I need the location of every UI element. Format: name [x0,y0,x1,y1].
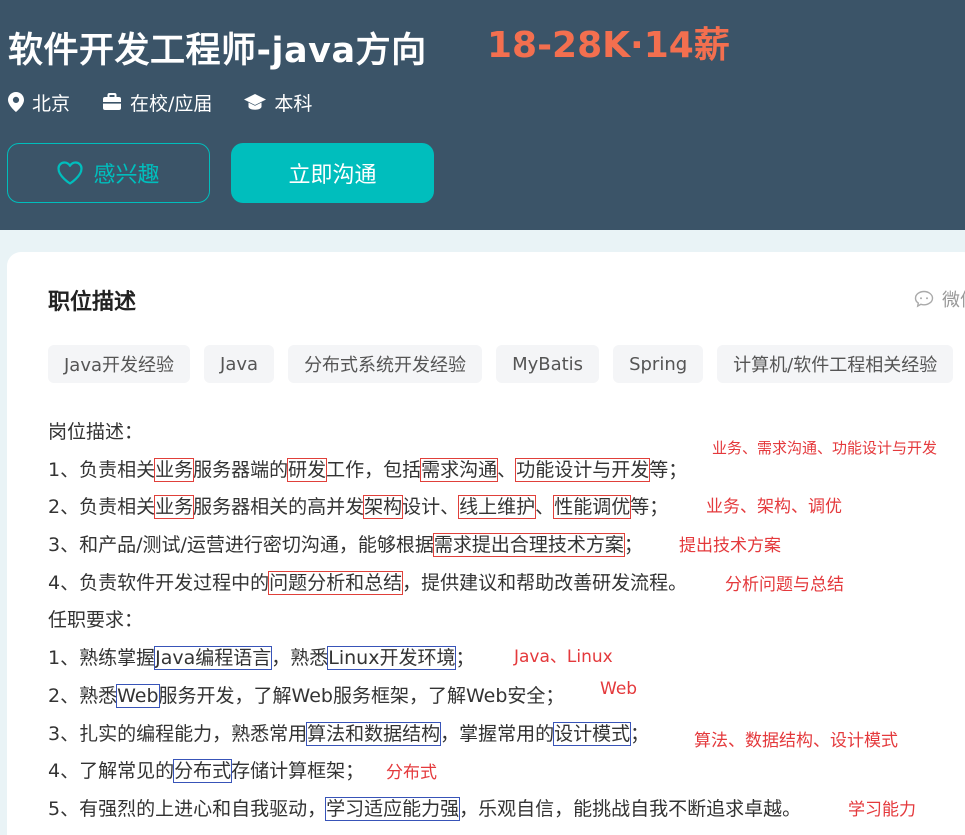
highlight-red: 架构 [363,495,404,520]
location-text: 北京 [32,92,71,115]
duty-line-4: 4、负责软件开发过程中的问题分析和总结，提供建议和帮助改善研发流程。 [48,565,801,603]
briefcase-icon [103,93,122,110]
wechat-share[interactable]: 微信 [914,286,965,312]
text-segment: 2、熟悉 [48,684,118,707]
duty-line-2: 2、负责相关业务服务器相关的高并发架构设计、线上维护、性能调优等； [48,489,801,527]
text-segment: 工作，包括 [326,458,422,481]
job-title: 软件开发工程师-java方向 [8,31,427,71]
skill-tag: Java [204,345,275,383]
text-segment: 3、扎实的编程能力，熟悉常用 [48,722,308,745]
skill-tag: MyBatis [496,345,600,383]
chat-bubble-icon [914,290,934,308]
requirement-line-2: 2、熟悉Web服务开发，了解Web服务框架，了解Web安全； [48,678,801,716]
heart-icon [57,161,84,185]
annotation-note: 分析问题与总结 [725,575,844,595]
text-segment: 3、和产品/测试/运营进行密切沟通，能够根据 [48,534,434,557]
text-segment: 、 [497,458,517,481]
highlight-red: 需求沟通 [420,457,499,482]
highlight-blue: 算法和数据结构 [306,721,442,746]
text-segment: ； [455,647,475,670]
highlight-red: 问题分析和总结 [268,570,404,595]
skill-tags: Java开发经验 Java 分布式系统开发经验 MyBatis Spring 计… [48,345,965,383]
text-segment: 4、负责软件开发过程中的 [48,571,270,594]
highlight-blue: Linux开发环境 [327,646,457,671]
annotation-note: 算法、数据结构、设计模式 [694,731,898,751]
requirement-line-1: 1、熟练掌握Java编程语言，熟悉Linux开发环境； [48,640,801,678]
meta-experience: 在校/应届 [102,89,212,116]
text-segment: ； [623,534,643,557]
duty-line-1: 1、负责相关业务服务器端的研发工作，包括需求沟通、功能设计与开发等； [48,452,801,490]
requirements-heading: 任职要求： [48,609,144,632]
job-header: 软件开发工程师-java方向 18-28K·14薪 北京 在校/应届 本科 感兴… [0,0,965,230]
text-segment: 等； [630,496,669,519]
annotation-note: 提出技术方案 [679,536,781,556]
requirement-line-3: 3、扎实的编程能力，熟悉常用算法和数据结构，掌握常用的设计模式； [48,716,801,754]
requirement-line-5: 5、有强烈的上进心和自我驱动，学习适应能力强，乐观自信，能挑战自我不断追求卓越。 [48,791,801,829]
highlight-red: 需求提出合理技术方案 [432,533,625,558]
text-segment: ，乐观自信，能挑战自我不断追求卓越。 [459,797,802,820]
text-segment: 、 [535,496,555,519]
chat-now-button[interactable]: 立即沟通 [231,143,434,203]
degree-text: 本科 [274,92,313,115]
meta-degree: 本科 [244,89,312,116]
location-pin-icon [8,92,24,112]
duties-heading: 岗位描述： [48,421,144,443]
text-segment: ，熟悉 [271,647,329,670]
annotation-note: Web [600,679,638,699]
wechat-label: 微信 [942,290,965,311]
highlight-red: 业务 [154,495,195,520]
highlight-blue: Web [116,683,160,708]
skill-tag: Spring [613,345,704,383]
text-segment: ； [630,722,650,745]
highlight-blue: 设计模式 [553,721,632,746]
highlight-red: 功能设计与开发 [515,457,651,482]
text-segment: 1、熟练掌握 [48,647,156,670]
interested-label: 感兴趣 [93,163,160,188]
text-segment: 1、负责相关 [48,458,156,481]
text-segment: 2、负责相关 [48,496,156,519]
text-segment: 服务器相关的高并发 [193,496,365,519]
highlight-blue: 分布式 [173,759,233,784]
interested-button[interactable]: 感兴趣 [7,143,210,203]
annotation-note: 业务、需求沟通、功能设计与开发 [712,439,938,457]
text-segment: 4、了解常见的 [48,760,175,783]
text-segment: 服务开发，了解Web服务框架，了解Web安全； [158,684,565,707]
text-segment: ，掌握常用的 [440,722,555,745]
highlight-red: 线上维护 [458,495,537,520]
text-segment: 设计、 [402,496,460,519]
text-segment: 等； [649,458,688,481]
salary: 18-28K·14薪 [487,25,730,66]
meta-location: 北京 [8,89,70,116]
text-segment: 5、有强烈的上进心和自我驱动， [48,797,327,820]
text-segment: 存储计算框架； [231,760,365,783]
highlight-blue: 学习适应能力强 [325,796,461,821]
experience-text: 在校/应届 [130,92,213,115]
skill-tag: 计算机/软件工程相关经验 [717,345,954,383]
skill-tag: 分布式系统开发经验 [288,345,483,383]
highlight-red: 性能调优 [553,495,632,520]
annotation-note: 学习能力 [848,800,916,820]
job-meta: 北京 在校/应届 本科 [8,88,344,116]
annotation-note: 业务、架构、调优 [706,497,842,517]
annotation-note: Java、Linux [514,647,613,667]
chat-now-label: 立即沟通 [288,163,377,188]
skill-tag: Java开发经验 [48,345,191,383]
highlight-blue: Java编程语言 [154,646,273,671]
graduation-cap-icon [244,94,267,110]
annotation-note: 分布式 [386,763,437,783]
text-segment: ，提供建议和帮助改善研发流程。 [402,571,688,594]
highlight-red: 研发 [287,457,328,482]
highlight-red: 业务 [154,457,195,482]
text-segment: 服务器端的 [193,458,289,481]
section-title: 职位描述 [48,290,137,315]
